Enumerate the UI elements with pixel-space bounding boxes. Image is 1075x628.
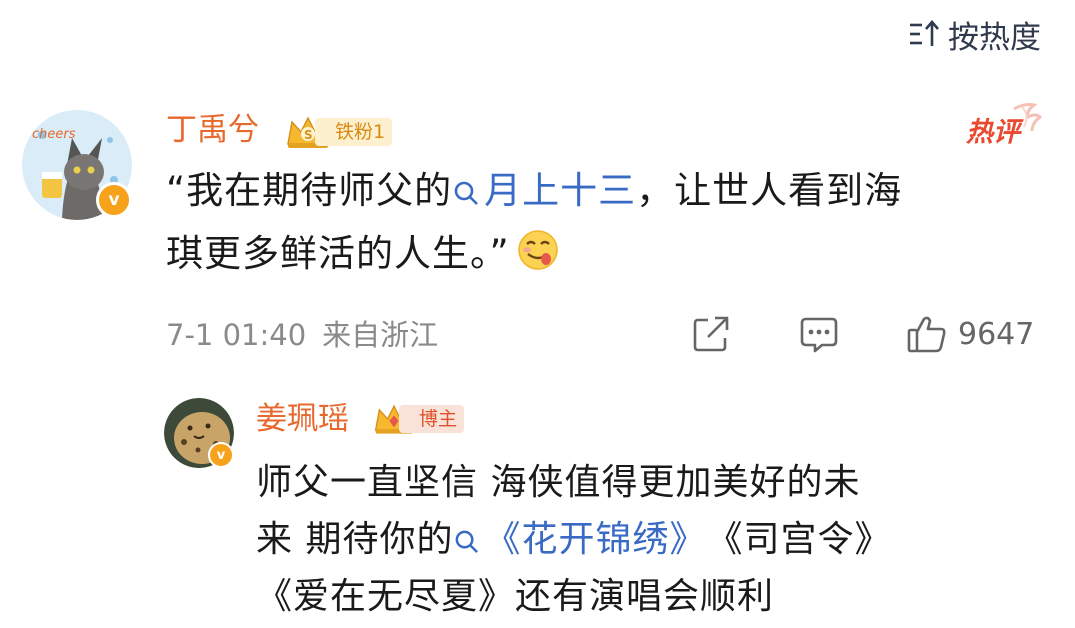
search-icon [454, 181, 479, 205]
comment-avatar[interactable]: cheers v [22, 110, 132, 220]
topic-link[interactable]: 《花开锦绣》 [453, 519, 706, 560]
comment-actions: 9647 [690, 312, 1050, 356]
like-count: 9647 [958, 316, 1035, 352]
text-fade-overlay [860, 586, 1075, 628]
comment-date: 7-1 01:40 [166, 318, 307, 352]
reply-avatar[interactable]: v [164, 398, 234, 468]
svg-text:cheers: cheers [32, 127, 76, 142]
like-button[interactable]: 9647 [906, 312, 1034, 356]
blogger-badge: 博主 [372, 402, 465, 436]
comment-text: “我在期待师父的 月上十三，让世人看到海 琪更多鲜活的人生。” [166, 159, 1056, 291]
thumbs-up-icon [907, 316, 946, 353]
sort-label: 按热度 [948, 19, 1041, 56]
comment-meta: 7-1 01:40 来自浙江 [166, 315, 438, 355]
comment-author-name[interactable]: 丁禹兮 [166, 110, 259, 150]
verified-badge-icon: v [208, 442, 234, 468]
verified-badge-icon: v [96, 182, 132, 218]
reply-button[interactable] [798, 312, 840, 356]
reply-author-name[interactable]: 姜珮瑶 [256, 399, 349, 439]
sort-arrows-icon [908, 19, 942, 49]
drooling-face-emoji [516, 228, 560, 291]
comment-icon [800, 317, 838, 353]
comment-location: 来自浙江 [322, 318, 439, 352]
share-icon [693, 316, 729, 352]
svg-text:S: S [304, 128, 313, 142]
fan-badge-label: 铁粉1 [315, 118, 393, 146]
sort-by-hot-button[interactable]: 按热度 [908, 14, 1041, 56]
search-icon [456, 530, 479, 553]
fan-level-badge: S 铁粉1 [284, 114, 393, 150]
hot-comment-label: 热评 [965, 117, 1024, 148]
hot-comment-tag: 热评 [962, 103, 1043, 153]
blogger-badge-label: 博主 [399, 405, 465, 433]
topic-link[interactable]: 月上十三 [452, 169, 636, 212]
share-button[interactable] [690, 312, 732, 356]
